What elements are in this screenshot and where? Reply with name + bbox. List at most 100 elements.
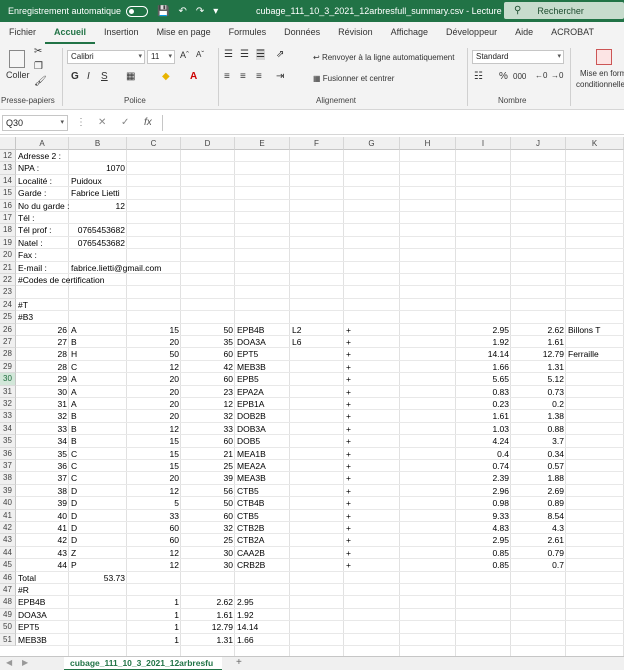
cell-B33[interactable]: B [69,410,127,422]
cell-I28[interactable]: 14.14 [456,348,511,360]
cell-G32[interactable]: + [344,398,400,410]
cell-D29[interactable]: 42 [181,361,235,373]
column-header-G[interactable]: G [344,137,400,150]
row-header-48[interactable]: 48 [0,596,16,609]
cell-G44[interactable]: + [344,547,400,559]
cell-E40[interactable]: CTB4B [235,497,290,509]
cell-I33[interactable]: 1.61 [456,410,511,422]
row-header-13[interactable]: 13 [0,162,16,175]
row-header-17[interactable]: 17 [0,212,16,225]
cell-E50[interactable]: 14.14 [235,621,290,633]
undo-icon[interactable]: ↶ [179,6,187,17]
row-header-26[interactable]: 26 [0,323,16,336]
column-header-H[interactable]: H [400,137,456,150]
row-header-49[interactable]: 49 [0,608,16,622]
column-header-D[interactable]: D [181,137,235,150]
add-sheet-button[interactable]: + [236,657,242,668]
cell-C39[interactable]: 12 [127,485,181,497]
cell-C37[interactable]: 15 [127,460,181,472]
cell-A18[interactable]: Tél prof : [16,224,69,236]
sheet-tab-active[interactable]: cubage_111_10_3_2021_12arbresfu [64,657,222,670]
cell-C36[interactable]: 15 [127,448,181,460]
cell-I29[interactable]: 1.66 [456,361,511,373]
row-header-22[interactable]: 22 [0,274,16,287]
cell-J37[interactable]: 0.57 [511,460,566,472]
cell-I42[interactable]: 4.83 [456,522,511,534]
cell-E43[interactable]: CTB2A [235,534,290,546]
cell-D35[interactable]: 60 [181,435,235,447]
cell-C40[interactable]: 5 [127,497,181,509]
cell-E44[interactable]: CAA2B [235,547,290,559]
cell-E26[interactable]: EPB4B [235,324,290,336]
cell-D43[interactable]: 25 [181,534,235,546]
cell-B32[interactable]: A [69,398,127,410]
redo-icon[interactable]: ↷ [196,6,204,17]
cell-F27[interactable]: L6 [290,336,344,348]
row-header-41[interactable]: 41 [0,509,16,522]
cell-I43[interactable]: 2.95 [456,534,511,546]
cell-D30[interactable]: 60 [181,373,235,385]
next-sheet-icon[interactable]: ▶ [22,658,28,667]
cell-B19[interactable]: 0765453682 [69,237,127,249]
cell-G29[interactable]: + [344,361,400,373]
cell-J29[interactable]: 1.31 [511,361,566,373]
row-header-24[interactable]: 24 [0,298,16,312]
cell-A35[interactable]: 34 [16,435,69,447]
cell-K28[interactable]: Ferraille [566,348,624,360]
cell-G26[interactable]: + [344,324,400,336]
column-header-J[interactable]: J [511,137,566,150]
cell-E29[interactable]: MEB3B [235,361,290,373]
cell-G42[interactable]: + [344,522,400,534]
bold-button[interactable]: G [71,71,79,82]
align-middle-icon[interactable]: ☰ [240,49,249,60]
font-size-select[interactable]: 11 ▾ [147,50,175,64]
format-painter-icon[interactable]: 🖌 [34,76,47,87]
cell-B14[interactable]: Puidoux [69,175,127,187]
cell-I31[interactable]: 0.83 [456,386,511,398]
cell-J43[interactable]: 2.61 [511,534,566,546]
cell-B30[interactable]: A [69,373,127,385]
align-right-icon[interactable]: ≡ [256,71,262,82]
cell-I35[interactable]: 4.24 [456,435,511,447]
row-header-40[interactable]: 40 [0,497,16,510]
cell-A43[interactable]: 42 [16,534,69,546]
row-header-39[interactable]: 39 [0,484,16,498]
cell-E49[interactable]: 1.92 [235,609,290,621]
cell-G37[interactable]: + [344,460,400,472]
column-header-B[interactable]: B [69,137,127,150]
cell-C32[interactable]: 20 [127,398,181,410]
ribbon-tab-10[interactable]: ACROBAT [542,22,603,44]
row-header-31[interactable]: 31 [0,385,16,398]
row-header-51[interactable]: 51 [0,633,16,646]
cell-B35[interactable]: B [69,435,127,447]
cell-C48[interactable]: 1 [127,596,181,608]
autosave-toggle[interactable] [126,5,149,17]
cell-J44[interactable]: 0.79 [511,547,566,559]
cell-I36[interactable]: 0.4 [456,448,511,460]
cell-B29[interactable]: C [69,361,127,373]
cell-A40[interactable]: 39 [16,497,69,509]
cell-D31[interactable]: 23 [181,386,235,398]
select-all-corner[interactable] [0,137,16,150]
row-header-29[interactable]: 29 [0,360,16,374]
cell-F26[interactable]: L2 [290,324,344,336]
cell-J27[interactable]: 1.61 [511,336,566,348]
cell-A44[interactable]: 43 [16,547,69,559]
percent-button[interactable]: % [499,71,508,82]
cell-B15[interactable]: Fabrice Lietti [69,187,127,199]
cell-A47[interactable]: #R [16,584,69,596]
cell-A12[interactable]: Adresse 2 : [16,150,69,162]
cell-E28[interactable]: EPT5 [235,348,290,360]
paste-button[interactable]: Coller [6,70,30,80]
row-header-19[interactable]: 19 [0,236,16,250]
cell-G45[interactable]: + [344,559,400,571]
cell-A25[interactable]: #B3 [16,311,69,323]
row-header-35[interactable]: 35 [0,435,16,448]
cell-J30[interactable]: 5.12 [511,373,566,385]
cell-I27[interactable]: 1.92 [456,336,511,348]
row-header-25[interactable]: 25 [0,311,16,324]
cell-J41[interactable]: 8.54 [511,510,566,522]
decrease-decimal-icon[interactable]: →0 [551,71,563,80]
cell-B40[interactable]: D [69,497,127,509]
cell-B45[interactable]: P [69,559,127,571]
